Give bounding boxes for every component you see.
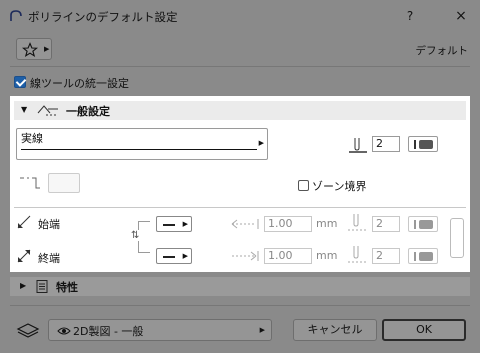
line-geometry-dotted-icon[interactable] [48, 173, 80, 193]
chevron-right-icon: ▶ [182, 220, 188, 228]
pen-icon [349, 138, 367, 153]
line-settings-icon [37, 105, 58, 116]
divider [10, 66, 470, 67]
general-settings-title: 一般設定 [66, 105, 110, 118]
chevron-right-icon: ▶ [20, 281, 27, 290]
arrow-pen-icon [348, 246, 366, 263]
start-size-field[interactable]: 1.00 [264, 216, 312, 232]
layers-icon [16, 323, 40, 338]
eye-icon [57, 327, 71, 335]
end-label: 終端 [38, 252, 60, 265]
chevron-right-icon: ▶ [44, 45, 50, 53]
line-pen-number-field[interactable]: 2 [372, 136, 400, 152]
layer-dropdown[interactable]: 2D製図 - 一般 ▶ [48, 319, 272, 341]
end-arrow-icon [17, 249, 31, 263]
link-icon[interactable] [450, 218, 464, 258]
window-title: ポリラインのデフォルト設定 [28, 10, 178, 24]
start-unit-label: mm [316, 217, 338, 230]
general-settings-header[interactable]: ▼ 一般設定 [14, 101, 466, 120]
start-arrow-type-dropdown[interactable]: ▶ [156, 216, 192, 232]
polyline-default-settings-dialog: ポリラインのデフォルト設定 ? × ▶ デフォルト 線ツールの統一設定 ▼ 一般… [0, 0, 480, 353]
swap-icon[interactable]: ⇅ [131, 230, 140, 241]
unify-line-tools-label: 線ツールの統一設定 [30, 77, 129, 90]
ok-button[interactable]: OK [382, 319, 466, 341]
chevron-right-icon: ▶ [182, 252, 188, 260]
polyline-tool-icon [10, 10, 22, 21]
line-pen-color-button[interactable] [408, 136, 438, 152]
start-end-bracket [138, 221, 150, 253]
unify-line-tools-checkbox[interactable] [14, 76, 26, 88]
arrow-pen-icon [348, 214, 366, 231]
favorites-button[interactable]: ▶ [16, 38, 52, 60]
end-arrow-type-dropdown[interactable]: ▶ [156, 248, 192, 264]
arrow-type-preview [163, 256, 175, 258]
title-bar: ポリラインのデフォルト設定 ? × [0, 0, 480, 32]
line-type-name: 実線 [21, 132, 43, 145]
line-geometry-icon[interactable] [18, 176, 44, 190]
start-pen-number-field[interactable]: 2 [372, 216, 400, 232]
document-icon [36, 280, 48, 293]
end-size-field[interactable]: 1.00 [264, 248, 312, 264]
layer-name: 2D製図 - 一般 [73, 325, 144, 338]
divider [10, 305, 470, 306]
start-pen-color-button[interactable] [408, 216, 438, 232]
general-settings-panel: ▼ 一般設定 実線 ▶ 2 ゾーン境界 始端 ▶ 1.00 mm 2 ⇅ 終端 … [10, 96, 470, 272]
cancel-button[interactable]: キャンセル [293, 319, 377, 341]
chevron-down-icon: ▼ [21, 105, 28, 114]
star-icon [22, 42, 38, 58]
zone-boundary-label: ゾーン境界 [312, 180, 367, 193]
preset-name-label: デフォルト [415, 45, 469, 57]
divider [14, 207, 466, 208]
arrow-size-icon [231, 219, 259, 229]
line-type-selector[interactable]: 実線 ▶ [16, 128, 268, 160]
start-arrow-icon [17, 215, 31, 229]
properties-section-header[interactable]: ▶ 特性 [10, 277, 470, 296]
zone-boundary-checkbox[interactable] [298, 180, 309, 191]
arrow-size-icon [232, 251, 259, 261]
help-button[interactable]: ? [398, 6, 422, 26]
chevron-right-icon: ▶ [258, 139, 264, 147]
close-button[interactable]: × [451, 6, 471, 26]
line-type-preview [21, 149, 257, 150]
arrow-type-preview [163, 224, 175, 226]
properties-title: 特性 [56, 281, 78, 294]
chevron-right-icon: ▶ [259, 326, 265, 334]
end-unit-label: mm [316, 249, 338, 262]
start-label: 始端 [38, 218, 60, 231]
end-pen-number-field[interactable]: 2 [372, 248, 400, 264]
end-pen-color-button[interactable] [408, 248, 438, 264]
